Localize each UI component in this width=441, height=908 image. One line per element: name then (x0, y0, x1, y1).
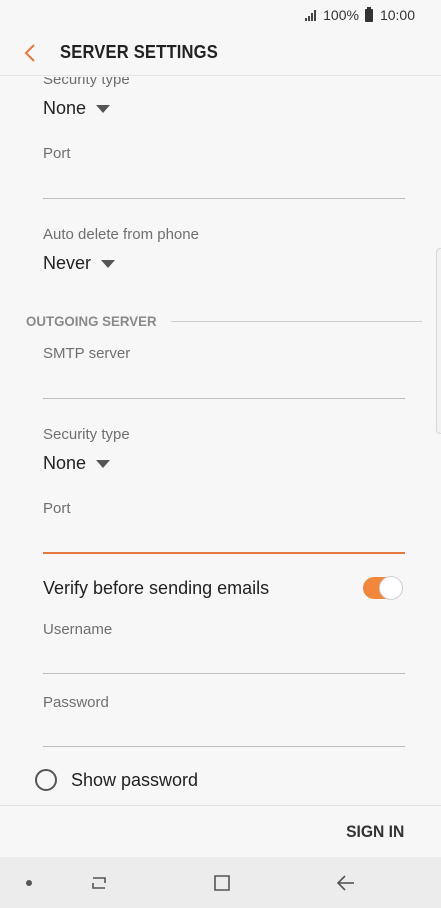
arrow-left-icon (336, 875, 354, 891)
show-password-checkbox[interactable] (35, 769, 57, 791)
settings-form: Security type None Port Auto delete from… (0, 77, 441, 805)
password-label: Password (43, 694, 109, 711)
section-title: OUTGOING SERVER (26, 313, 157, 329)
username-underline (43, 673, 405, 674)
home-icon (214, 875, 230, 891)
incoming-security-type-label: Security type (43, 77, 130, 88)
chevron-left-icon (24, 43, 35, 62)
incoming-security-type-dropdown[interactable]: None (43, 98, 111, 119)
nav-dot-indicator[interactable] (26, 880, 32, 886)
recent-apps-icon (92, 877, 106, 889)
home-button[interactable] (208, 870, 236, 896)
navigation-bar (0, 857, 441, 908)
toggle-knob (379, 576, 403, 600)
outgoing-port-label: Port (43, 500, 71, 517)
nav-back-button[interactable] (332, 870, 360, 896)
outgoing-port-input[interactable] (43, 523, 405, 553)
status-bar: 100% 10:00 (0, 0, 441, 30)
edge-panel-handle[interactable] (436, 248, 441, 434)
battery-icon (364, 6, 373, 22)
incoming-port-underline (43, 198, 405, 199)
recent-apps-button[interactable] (85, 870, 113, 896)
smtp-server-input[interactable] (43, 368, 405, 398)
signal-icon (305, 9, 317, 21)
incoming-port-input[interactable] (43, 168, 405, 198)
caret-down-icon (101, 259, 116, 268)
username-input[interactable] (43, 643, 405, 673)
password-input[interactable] (43, 716, 405, 746)
action-bar: SIGN IN (0, 805, 441, 857)
verify-before-sending-toggle[interactable] (363, 576, 403, 600)
auto-delete-label: Auto delete from phone (43, 226, 199, 243)
username-label: Username (43, 621, 113, 638)
verify-before-sending-label: Verify before sending emails (43, 577, 270, 598)
password-underline (43, 746, 405, 747)
sign-in-button[interactable]: SIGN IN (346, 822, 404, 842)
caret-down-icon (96, 459, 111, 468)
battery-percent: 100% (323, 7, 359, 23)
clock: 10:00 (379, 7, 415, 23)
app-bar: SERVER SETTINGS (0, 30, 441, 76)
page-title: SERVER SETTINGS (60, 42, 218, 62)
outgoing-security-type-value: None (43, 453, 87, 473)
smtp-server-underline (43, 398, 405, 399)
incoming-security-type-value: None (43, 98, 87, 118)
show-password-label: Show password (71, 769, 199, 790)
verify-before-sending-row[interactable]: Verify before sending emails (43, 575, 403, 601)
smtp-server-label: SMTP server (43, 345, 131, 362)
auto-delete-dropdown[interactable]: Never (43, 253, 116, 274)
outgoing-server-header: OUTGOING SERVER (26, 313, 422, 329)
incoming-port-label: Port (43, 145, 71, 162)
outgoing-port-underline (43, 552, 405, 554)
screen: 100% 10:00 SERVER SETTINGS Security type… (0, 0, 441, 908)
section-divider (171, 320, 422, 322)
back-button[interactable] (0, 30, 60, 76)
outgoing-security-type-dropdown[interactable]: None (43, 453, 111, 474)
outgoing-security-type-label: Security type (43, 426, 130, 443)
caret-down-icon (96, 104, 111, 113)
show-password-row[interactable]: Show password (35, 769, 198, 791)
auto-delete-value: Never (43, 253, 92, 273)
